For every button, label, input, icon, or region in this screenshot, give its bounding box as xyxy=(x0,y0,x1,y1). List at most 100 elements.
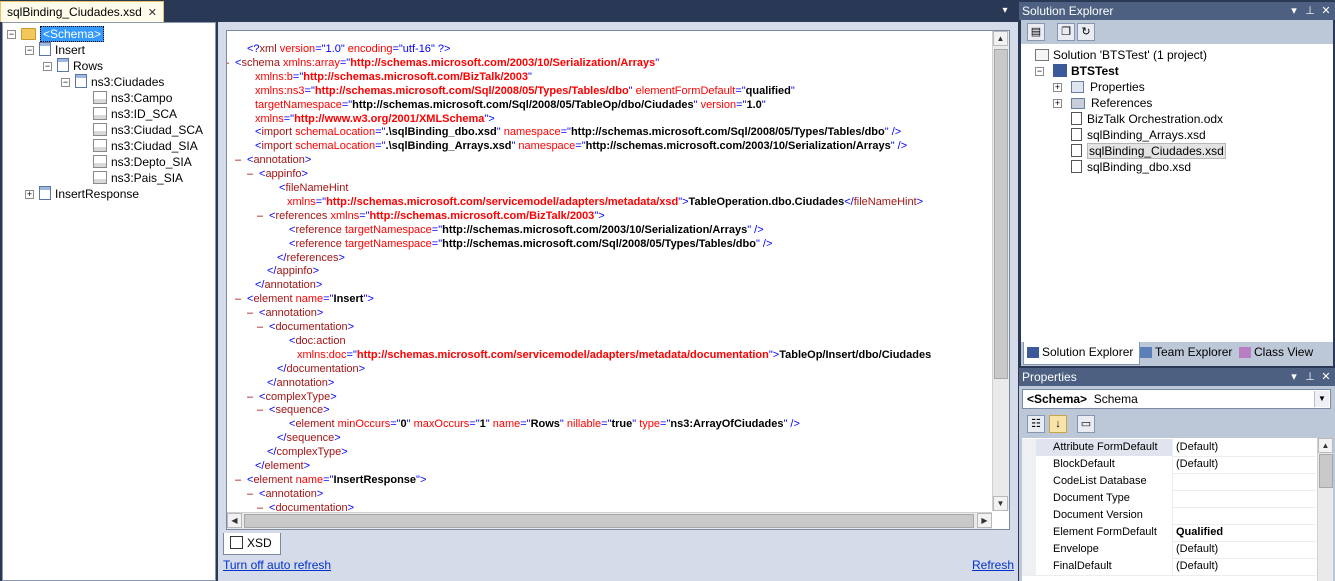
collapse-region-icon[interactable]: – xyxy=(257,320,263,334)
property-row[interactable]: Envelope (Default) xyxy=(1022,541,1316,559)
chevron-down-icon[interactable]: ▼ xyxy=(1314,391,1329,407)
collapse-region-icon[interactable]: – xyxy=(247,390,253,404)
collapse-region-icon[interactable]: – xyxy=(235,473,241,487)
code-token: sequence xyxy=(275,404,324,417)
collapse-icon[interactable]: − xyxy=(25,46,34,55)
property-row[interactable]: Document Type xyxy=(1022,490,1316,508)
collapse-region-icon[interactable]: – xyxy=(247,487,253,501)
expand-icon[interactable]: + xyxy=(1053,99,1062,108)
solution-item[interactable]: + References xyxy=(1053,95,1152,111)
property-pages-icon[interactable]: ▭ xyxy=(1077,415,1095,433)
collapse-icon[interactable]: − xyxy=(7,30,16,39)
schema-tree-node[interactable]: − <Schema> xyxy=(7,26,105,42)
tab-team-explorer[interactable]: Team Explorer xyxy=(1137,342,1240,364)
solution-item[interactable]: Solution 'BTSTest' (1 project) xyxy=(1035,47,1207,63)
close-icon[interactable]: ✕ xyxy=(148,7,157,19)
solution-item[interactable]: sqlBinding_Ciudades.xsd xyxy=(1071,143,1226,159)
property-value[interactable] xyxy=(1172,507,1316,524)
property-value[interactable]: (Default) xyxy=(1172,541,1316,558)
schema-tree-node[interactable]: ns3:ID_SCA xyxy=(93,106,177,122)
schema-tree-node[interactable]: ns3:Depto_SIA xyxy=(93,154,192,170)
vertical-scrollbar[interactable]: ▲ ▼ xyxy=(992,31,1009,511)
scroll-left-icon[interactable]: ◀ xyxy=(227,513,242,528)
schema-tree-node[interactable]: − ns3:Ciudades xyxy=(61,74,164,90)
code-token: complexType xyxy=(276,446,342,459)
scroll-right-icon[interactable]: ▶ xyxy=(977,513,992,528)
object-selector-combo[interactable]: <Schema> Schema ▼ xyxy=(1022,389,1331,409)
pin-icon[interactable]: ⊥ xyxy=(1303,368,1317,386)
collapse-icon[interactable]: − xyxy=(43,62,52,71)
horizontal-scrollbar[interactable]: ◀ ▶ xyxy=(227,512,992,529)
collapse-region-icon[interactable]: – xyxy=(247,306,253,320)
refresh-link[interactable]: Refresh xyxy=(972,558,1014,572)
schema-tree-node[interactable]: ns3:Ciudad_SIA xyxy=(93,138,198,154)
property-row[interactable]: CodeList Database xyxy=(1022,473,1316,491)
collapse-icon[interactable]: − xyxy=(1035,67,1044,76)
tab-dropdown-icon[interactable]: ▾ xyxy=(999,4,1011,18)
collapse-region-icon[interactable]: – xyxy=(247,167,253,181)
property-row[interactable]: BlockDefault (Default) xyxy=(1022,456,1316,474)
property-row[interactable]: Document Version xyxy=(1022,507,1316,525)
vertical-scroll-thumb[interactable] xyxy=(994,49,1008,379)
show-all-files-icon[interactable]: ❐ xyxy=(1057,23,1075,41)
turn-off-auto-refresh-link[interactable]: Turn off auto refresh xyxy=(223,558,331,572)
property-value[interactable] xyxy=(1172,490,1316,507)
collapse-region-icon[interactable]: – xyxy=(257,209,263,223)
tab-class-view[interactable]: Class View xyxy=(1236,342,1329,364)
property-value[interactable] xyxy=(1172,473,1316,490)
collapse-region-icon[interactable]: – xyxy=(257,403,263,417)
properties-icon[interactable]: ▤ xyxy=(1027,23,1045,41)
code-line: </appinfo> xyxy=(267,264,319,278)
property-value[interactable]: (Default) xyxy=(1172,439,1316,456)
code-token: 1.0 xyxy=(325,43,341,55)
solution-item[interactable]: BizTalk Orchestration.odx xyxy=(1071,111,1223,127)
expand-icon[interactable]: + xyxy=(1053,83,1062,92)
tab-solution-explorer[interactable]: Solution Explorer xyxy=(1023,342,1140,365)
code-token: version xyxy=(700,98,737,111)
scroll-down-icon[interactable]: ▼ xyxy=(993,496,1008,511)
code-token: =" xyxy=(469,418,480,431)
tab-sqlbinding-ciudades[interactable]: sqlBinding_Ciudades.xsd ✕ xyxy=(0,1,164,22)
solution-item[interactable]: sqlBinding_Arrays.xsd xyxy=(1071,127,1206,143)
code-token: element xyxy=(264,460,304,472)
tab-xsd[interactable]: XSD xyxy=(223,533,281,555)
horizontal-scroll-thumb[interactable] xyxy=(244,514,974,528)
collapse-region-icon[interactable]: – xyxy=(235,153,241,167)
schema-tree-node[interactable]: ns3:Pais_SIA xyxy=(93,170,183,186)
scroll-up-icon[interactable]: ▲ xyxy=(1318,438,1333,453)
property-row[interactable]: Element FormDefault Qualified xyxy=(1022,524,1316,542)
close-icon[interactable]: ✕ xyxy=(1319,368,1333,386)
solution-item[interactable]: sqlBinding_dbo.xsd xyxy=(1071,159,1191,175)
expand-icon[interactable]: + xyxy=(25,190,34,199)
property-value[interactable]: (Default) xyxy=(1172,558,1316,575)
categorized-icon[interactable]: ☷ xyxy=(1027,415,1045,433)
pin-icon[interactable]: ⊥ xyxy=(1303,2,1317,20)
schema-tree-node[interactable]: − Insert xyxy=(25,42,85,58)
schema-tree-node[interactable]: ns3:Ciudad_SCA xyxy=(93,122,203,138)
refresh-icon[interactable]: ↻ xyxy=(1077,23,1095,41)
collapse-region-icon[interactable]: – xyxy=(227,56,229,70)
properties-scrollbar[interactable]: ▲ xyxy=(1317,438,1333,581)
schema-tree-node[interactable]: − Rows xyxy=(43,58,103,74)
property-row[interactable]: FinalDefault (Default) xyxy=(1022,558,1316,576)
alphabetical-icon[interactable]: ↓ xyxy=(1049,415,1067,433)
code-token: =" xyxy=(323,293,334,306)
property-value[interactable]: (Default) xyxy=(1172,456,1316,473)
property-value[interactable]: Qualified xyxy=(1172,524,1316,541)
code-token: =" xyxy=(283,112,295,125)
solution-item[interactable]: + Properties xyxy=(1053,79,1145,95)
schema-tree-node[interactable]: + InsertResponse xyxy=(25,186,139,202)
collapse-icon[interactable]: − xyxy=(61,78,70,87)
window-position-icon[interactable]: ▾ xyxy=(1287,368,1301,386)
properties-scroll-thumb[interactable] xyxy=(1319,454,1333,488)
code-token: =" xyxy=(292,70,304,83)
schema-tree-node[interactable]: ns3:Campo xyxy=(93,90,172,106)
collapse-region-icon[interactable]: – xyxy=(235,292,241,306)
code-token: 1.0 xyxy=(746,98,762,111)
solution-item[interactable]: − BTSTest xyxy=(1035,63,1119,79)
xml-code-view[interactable]: <?xml version="1.0" encoding="utf-16" ?>… xyxy=(226,30,1010,530)
close-icon[interactable]: ✕ xyxy=(1319,2,1333,20)
property-row[interactable]: Attribute FormDefault (Default) xyxy=(1022,439,1316,457)
scroll-up-icon[interactable]: ▲ xyxy=(993,31,1008,46)
window-position-icon[interactable]: ▾ xyxy=(1287,2,1301,20)
